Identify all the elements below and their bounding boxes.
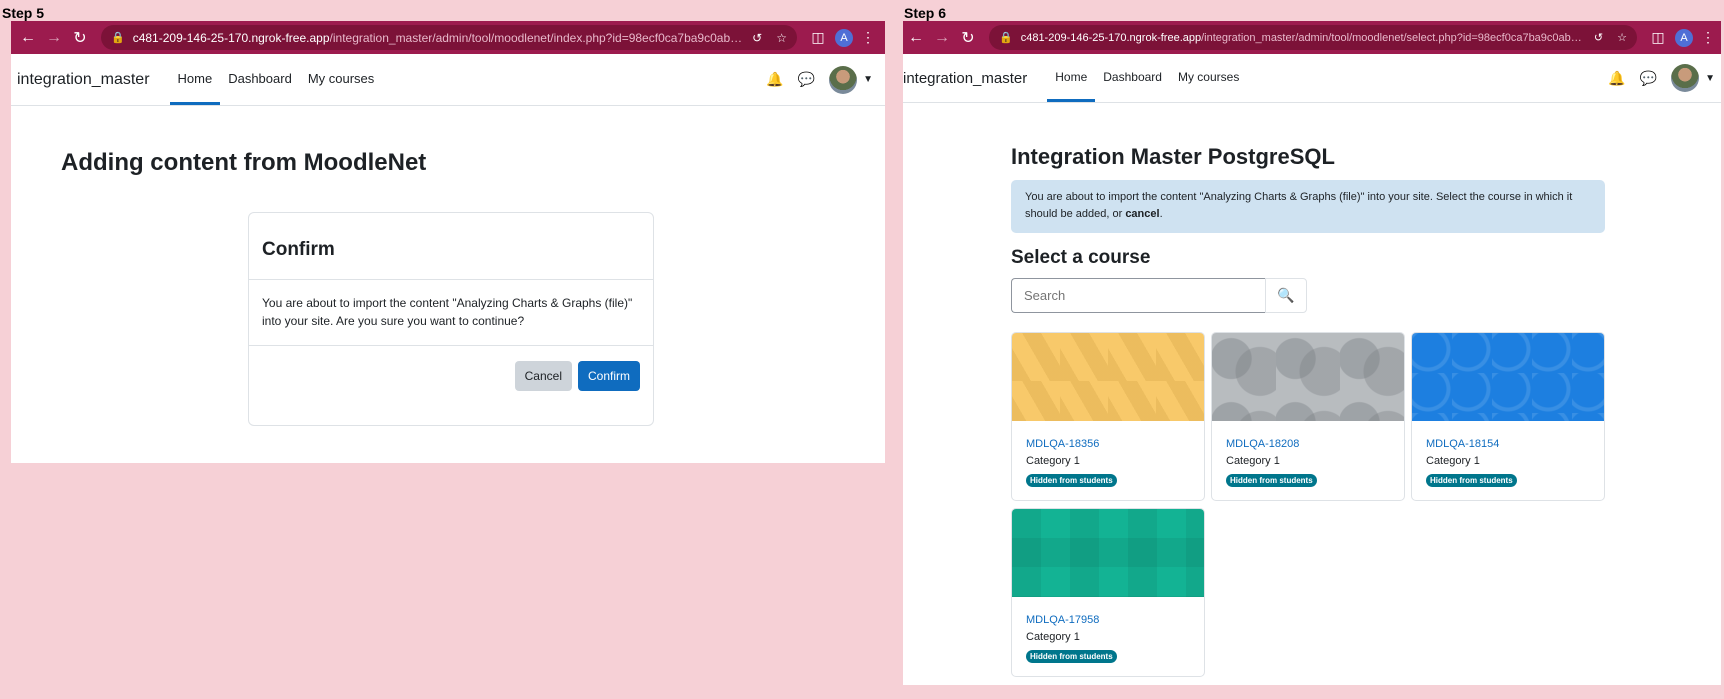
cancel-link[interactable]: cancel [1125, 208, 1159, 220]
hidden-badge: Hidden from students [1426, 474, 1517, 487]
menu-kebab-icon[interactable]: ⋮ [1697, 27, 1719, 49]
course-image [1412, 333, 1604, 421]
alert-text: You are about to import the content "Ana… [1025, 191, 1573, 220]
course-search: 🔍 [1011, 278, 1307, 313]
browser-toolbar: ← → ↻ 🔒 c481-209-146-25-170.ngrok-free.a… [903, 21, 1721, 54]
chevron-down-icon[interactable]: ▼ [863, 74, 873, 85]
alert-end: . [1159, 208, 1163, 220]
sidepanel-icon[interactable]: ◫ [807, 27, 829, 49]
course-category: Category 1 [1026, 631, 1080, 643]
nav-home[interactable]: Home [1047, 54, 1096, 102]
address-bar[interactable]: 🔒 c481-209-146-25-170.ngrok-free.app /in… [989, 25, 1637, 50]
search-icon: 🔍 [1277, 287, 1295, 303]
course-card[interactable]: MDLQA-17958 Category 1 Hidden from stude… [1011, 508, 1205, 677]
step6-screen: ← → ↻ 🔒 c481-209-146-25-170.ngrok-free.a… [903, 21, 1721, 685]
modal-footer: Cancel Confirm [249, 346, 653, 419]
browser-toolbar: ← → ↻ 🔒 c481-209-146-25-170.ngrok-free.a… [11, 21, 885, 54]
course-image [1212, 333, 1404, 421]
profile-avatar[interactable]: A [1675, 28, 1693, 47]
menu-kebab-icon[interactable]: ⋮ [857, 27, 879, 49]
site-brand[interactable]: integration_master [17, 54, 150, 105]
course-name-link[interactable]: MDLQA-18154 [1426, 438, 1590, 450]
bell-icon[interactable]: 🔔 [1608, 70, 1625, 87]
hidden-badge: Hidden from students [1226, 474, 1317, 487]
url-path: /integration_master/admin/tool/moodlenet… [1201, 31, 1584, 44]
course-category: Category 1 [1026, 455, 1080, 467]
reload-icon[interactable]: ↻ [957, 27, 979, 49]
course-name-link[interactable]: MDLQA-18356 [1026, 438, 1190, 450]
course-image [1012, 333, 1204, 421]
cancel-button[interactable]: Cancel [514, 361, 572, 391]
back-icon[interactable]: ← [17, 27, 39, 49]
forward-icon[interactable]: → [931, 27, 953, 49]
url-path: /integration_master/admin/tool/moodlenet… [329, 30, 743, 45]
course-category: Category 1 [1226, 455, 1280, 467]
nav-dashboard[interactable]: Dashboard [220, 54, 300, 105]
course-card[interactable]: MDLQA-18208 Category 1 Hidden from stude… [1211, 332, 1405, 501]
user-avatar[interactable] [829, 65, 858, 94]
course-card[interactable]: MDLQA-18154 Category 1 Hidden from stude… [1411, 332, 1605, 501]
chat-icon[interactable]: 💬 [798, 71, 815, 88]
info-alert: You are about to import the content "Ana… [1011, 180, 1605, 233]
bookmark-star-icon[interactable]: ☆ [1617, 31, 1627, 44]
moodle-navbar: integration_master Home Dashboard My cou… [11, 54, 885, 106]
url-host: c481-209-146-25-170.ngrok-free.app [1020, 31, 1202, 44]
nav-home[interactable]: Home [169, 54, 221, 105]
course-image [1012, 509, 1204, 597]
course-name-link[interactable]: MDLQA-17958 [1026, 614, 1190, 626]
step5-screen: ← → ↻ 🔒 c481-209-146-25-170.ngrok-free.a… [11, 21, 885, 463]
lock-icon: 🔒 [999, 32, 1013, 44]
nav-dashboard[interactable]: Dashboard [1095, 54, 1170, 102]
chat-icon[interactable]: 💬 [1640, 70, 1657, 87]
step6-label: Step 6 [904, 5, 947, 21]
lock-icon: 🔒 [111, 32, 125, 44]
address-bar[interactable]: 🔒 c481-209-146-25-170.ngrok-free.app /in… [101, 25, 797, 50]
bookmark-star-icon[interactable]: ☆ [776, 31, 787, 45]
share-icon[interactable]: ↺ [752, 31, 762, 45]
page-title: Adding content from MoodleNet [61, 149, 427, 176]
site-brand[interactable]: integration_master [903, 54, 1027, 102]
user-avatar[interactable] [1671, 64, 1700, 92]
search-button[interactable]: 🔍 [1265, 278, 1307, 313]
back-icon[interactable]: ← [905, 27, 927, 49]
sidepanel-icon[interactable]: ◫ [1647, 27, 1669, 49]
course-category: Category 1 [1426, 455, 1480, 467]
confirm-button[interactable]: Confirm [577, 361, 640, 391]
step5-label: Step 5 [2, 5, 45, 21]
select-course-heading: Select a course [1011, 247, 1151, 268]
nav-my-courses[interactable]: My courses [1170, 54, 1247, 102]
forward-icon[interactable]: → [43, 27, 65, 49]
modal-title: Confirm [249, 213, 653, 280]
reload-icon[interactable]: ↻ [69, 27, 91, 49]
chevron-down-icon[interactable]: ▼ [1705, 73, 1715, 84]
modal-body: You are about to import the content "Ana… [249, 280, 653, 346]
nav-my-courses[interactable]: My courses [300, 54, 382, 105]
url-host: c481-209-146-25-170.ngrok-free.app [132, 30, 330, 45]
bell-icon[interactable]: 🔔 [766, 71, 783, 88]
hidden-badge: Hidden from students [1026, 474, 1117, 487]
hidden-badge: Hidden from students [1026, 650, 1117, 663]
page-title: Integration Master PostgreSQL [1011, 144, 1335, 169]
moodle-navbar: integration_master Home Dashboard My cou… [903, 54, 1721, 103]
course-card[interactable]: MDLQA-18356 Category 1 Hidden from stude… [1011, 332, 1205, 501]
share-icon[interactable]: ↺ [1594, 31, 1603, 44]
confirm-modal: Confirm You are about to import the cont… [248, 212, 654, 426]
profile-avatar[interactable]: A [835, 28, 853, 47]
course-name-link[interactable]: MDLQA-18208 [1226, 438, 1390, 450]
search-input[interactable] [1011, 278, 1265, 313]
